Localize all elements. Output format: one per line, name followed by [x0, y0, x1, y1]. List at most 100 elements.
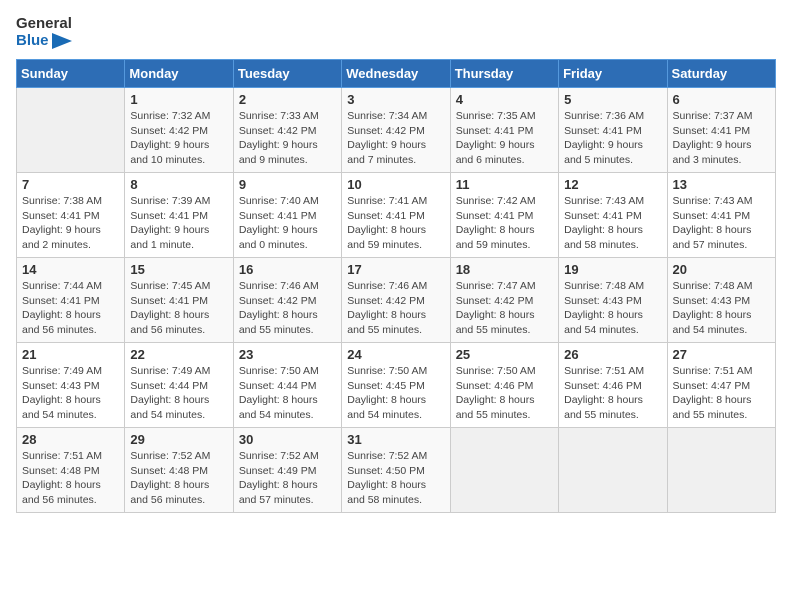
- calendar-cell: 25 Sunrise: 7:50 AM Sunset: 4:46 PM Dayli…: [450, 343, 558, 428]
- week-row-5: 28 Sunrise: 7:51 AM Sunset: 4:48 PM Dayli…: [17, 428, 776, 513]
- day-number: 6: [673, 92, 770, 107]
- calendar-cell: [667, 428, 775, 513]
- day-number: 17: [347, 262, 444, 277]
- day-info: Sunrise: 7:47 AM Sunset: 4:42 PM Dayligh…: [456, 279, 553, 338]
- day-number: 23: [239, 347, 336, 362]
- calendar-cell: [450, 428, 558, 513]
- day-number: 8: [130, 177, 227, 192]
- day-number: 11: [456, 177, 553, 192]
- calendar-cell: 22Sunrise: 7:49 AM Sunset: 4:44 PM Dayli…: [125, 343, 233, 428]
- calendar-cell: 31Sunrise: 7:52 AM Sunset: 4:50 PM Dayli…: [342, 428, 450, 513]
- day-number: 3: [347, 92, 444, 107]
- calendar-cell: 27 Sunrise: 7:51 AM Sunset: 4:47 PM Dayli…: [667, 343, 775, 428]
- header-day-friday: Friday: [559, 60, 667, 88]
- day-info: Sunrise: 7:37 AM Sunset: 4:41 PM Dayligh…: [673, 109, 770, 168]
- day-info: Sunrise: 7:50 AM Sunset: 4:46 PM Dayligh…: [456, 364, 553, 423]
- calendar-cell: 30Sunrise: 7:52 AM Sunset: 4:49 PM Dayli…: [233, 428, 341, 513]
- day-number: 27: [673, 347, 770, 362]
- calendar-cell: 14 Sunrise: 7:44 AM Sunset: 4:41 PM Dayli…: [17, 258, 125, 343]
- day-info: Sunrise: 7:48 AM Sunset: 4:43 PM Dayligh…: [673, 279, 770, 338]
- calendar-cell: 12 Sunrise: 7:43 AM Sunset: 4:41 PM Dayli…: [559, 173, 667, 258]
- day-info: Sunrise: 7:38 AM Sunset: 4:41 PM Dayligh…: [22, 194, 119, 253]
- day-info: Sunrise: 7:43 AM Sunset: 4:41 PM Dayligh…: [673, 194, 770, 253]
- day-info: Sunrise: 7:51 AM Sunset: 4:46 PM Dayligh…: [564, 364, 661, 423]
- day-info: Sunrise: 7:32 AM Sunset: 4:42 PM Dayligh…: [130, 109, 227, 168]
- calendar-cell: 28 Sunrise: 7:51 AM Sunset: 4:48 PM Dayli…: [17, 428, 125, 513]
- logo-triangle-icon: [52, 33, 72, 49]
- calendar-cell: 8 Sunrise: 7:39 AM Sunset: 4:41 PM Daylig…: [125, 173, 233, 258]
- calendar-cell: 5 Sunrise: 7:36 AM Sunset: 4:41 PM Daylig…: [559, 88, 667, 173]
- day-info: Sunrise: 7:43 AM Sunset: 4:41 PM Dayligh…: [564, 194, 661, 253]
- calendar-cell: 7 Sunrise: 7:38 AM Sunset: 4:41 PM Daylig…: [17, 173, 125, 258]
- header-day-thursday: Thursday: [450, 60, 558, 88]
- calendar-cell: 18Sunrise: 7:47 AM Sunset: 4:42 PM Dayli…: [450, 258, 558, 343]
- week-row-1: 1 Sunrise: 7:32 AM Sunset: 4:42 PM Daylig…: [17, 88, 776, 173]
- calendar-cell: 26 Sunrise: 7:51 AM Sunset: 4:46 PM Dayli…: [559, 343, 667, 428]
- calendar-cell: [17, 88, 125, 173]
- day-info: Sunrise: 7:51 AM Sunset: 4:47 PM Dayligh…: [673, 364, 770, 423]
- day-info: Sunrise: 7:48 AM Sunset: 4:43 PM Dayligh…: [564, 279, 661, 338]
- day-number: 15: [130, 262, 227, 277]
- calendar-table: SundayMondayTuesdayWednesdayThursdayFrid…: [16, 59, 776, 513]
- calendar-cell: 20Sunrise: 7:48 AM Sunset: 4:43 PM Dayli…: [667, 258, 775, 343]
- calendar-cell: 15 Sunrise: 7:45 AM Sunset: 4:41 PM Dayli…: [125, 258, 233, 343]
- calendar-cell: 3 Sunrise: 7:34 AM Sunset: 4:42 PM Daylig…: [342, 88, 450, 173]
- day-info: Sunrise: 7:49 AM Sunset: 4:44 PM Dayligh…: [130, 364, 227, 423]
- header-day-tuesday: Tuesday: [233, 60, 341, 88]
- calendar-cell: 16 Sunrise: 7:46 AM Sunset: 4:42 PM Dayli…: [233, 258, 341, 343]
- calendar-cell: 6 Sunrise: 7:37 AM Sunset: 4:41 PM Daylig…: [667, 88, 775, 173]
- day-number: 5: [564, 92, 661, 107]
- day-info: Sunrise: 7:51 AM Sunset: 4:48 PM Dayligh…: [22, 449, 119, 508]
- day-info: Sunrise: 7:39 AM Sunset: 4:41 PM Dayligh…: [130, 194, 227, 253]
- header-day-sunday: Sunday: [17, 60, 125, 88]
- day-info: Sunrise: 7:49 AM Sunset: 4:43 PM Dayligh…: [22, 364, 119, 423]
- calendar-cell: 17Sunrise: 7:46 AM Sunset: 4:42 PM Dayli…: [342, 258, 450, 343]
- day-number: 25: [456, 347, 553, 362]
- day-info: Sunrise: 7:34 AM Sunset: 4:42 PM Dayligh…: [347, 109, 444, 168]
- day-info: Sunrise: 7:35 AM Sunset: 4:41 PM Dayligh…: [456, 109, 553, 168]
- day-number: 13: [673, 177, 770, 192]
- calendar-cell: 13 Sunrise: 7:43 AM Sunset: 4:41 PM Dayli…: [667, 173, 775, 258]
- day-number: 9: [239, 177, 336, 192]
- week-row-4: 21 Sunrise: 7:49 AM Sunset: 4:43 PM Dayli…: [17, 343, 776, 428]
- calendar-header-row: SundayMondayTuesdayWednesdayThursdayFrid…: [17, 60, 776, 88]
- header-day-monday: Monday: [125, 60, 233, 88]
- day-number: 28: [22, 432, 119, 447]
- calendar-body: 1 Sunrise: 7:32 AM Sunset: 4:42 PM Daylig…: [17, 88, 776, 513]
- day-number: 31: [347, 432, 444, 447]
- calendar-cell: 9Sunrise: 7:40 AM Sunset: 4:41 PM Daylig…: [233, 173, 341, 258]
- logo-container: General Blue: [16, 16, 72, 49]
- day-info: Sunrise: 7:42 AM Sunset: 4:41 PM Dayligh…: [456, 194, 553, 253]
- calendar-cell: [559, 428, 667, 513]
- day-number: 7: [22, 177, 119, 192]
- day-info: Sunrise: 7:50 AM Sunset: 4:45 PM Dayligh…: [347, 364, 444, 423]
- day-number: 14: [22, 262, 119, 277]
- calendar-cell: 19 Sunrise: 7:48 AM Sunset: 4:43 PM Dayli…: [559, 258, 667, 343]
- calendar-cell: 4 Sunrise: 7:35 AM Sunset: 4:41 PM Daylig…: [450, 88, 558, 173]
- header: General Blue: [16, 16, 776, 49]
- day-number: 12: [564, 177, 661, 192]
- day-info: Sunrise: 7:46 AM Sunset: 4:42 PM Dayligh…: [239, 279, 336, 338]
- week-row-3: 14 Sunrise: 7:44 AM Sunset: 4:41 PM Dayli…: [17, 258, 776, 343]
- calendar-cell: 29Sunrise: 7:52 AM Sunset: 4:48 PM Dayli…: [125, 428, 233, 513]
- logo-general: General: [16, 16, 72, 33]
- day-number: 10: [347, 177, 444, 192]
- day-number: 1: [130, 92, 227, 107]
- day-number: 19: [564, 262, 661, 277]
- header-day-saturday: Saturday: [667, 60, 775, 88]
- day-info: Sunrise: 7:45 AM Sunset: 4:41 PM Dayligh…: [130, 279, 227, 338]
- day-number: 2: [239, 92, 336, 107]
- day-number: 26: [564, 347, 661, 362]
- calendar-cell: 10Sunrise: 7:41 AM Sunset: 4:41 PM Dayli…: [342, 173, 450, 258]
- day-number: 21: [22, 347, 119, 362]
- day-info: Sunrise: 7:52 AM Sunset: 4:49 PM Dayligh…: [239, 449, 336, 508]
- calendar-cell: 1 Sunrise: 7:32 AM Sunset: 4:42 PM Daylig…: [125, 88, 233, 173]
- week-row-2: 7 Sunrise: 7:38 AM Sunset: 4:41 PM Daylig…: [17, 173, 776, 258]
- day-info: Sunrise: 7:44 AM Sunset: 4:41 PM Dayligh…: [22, 279, 119, 338]
- day-info: Sunrise: 7:33 AM Sunset: 4:42 PM Dayligh…: [239, 109, 336, 168]
- day-number: 16: [239, 262, 336, 277]
- day-info: Sunrise: 7:50 AM Sunset: 4:44 PM Dayligh…: [239, 364, 336, 423]
- day-info: Sunrise: 7:36 AM Sunset: 4:41 PM Dayligh…: [564, 109, 661, 168]
- day-number: 4: [456, 92, 553, 107]
- calendar-cell: 23 Sunrise: 7:50 AM Sunset: 4:44 PM Dayli…: [233, 343, 341, 428]
